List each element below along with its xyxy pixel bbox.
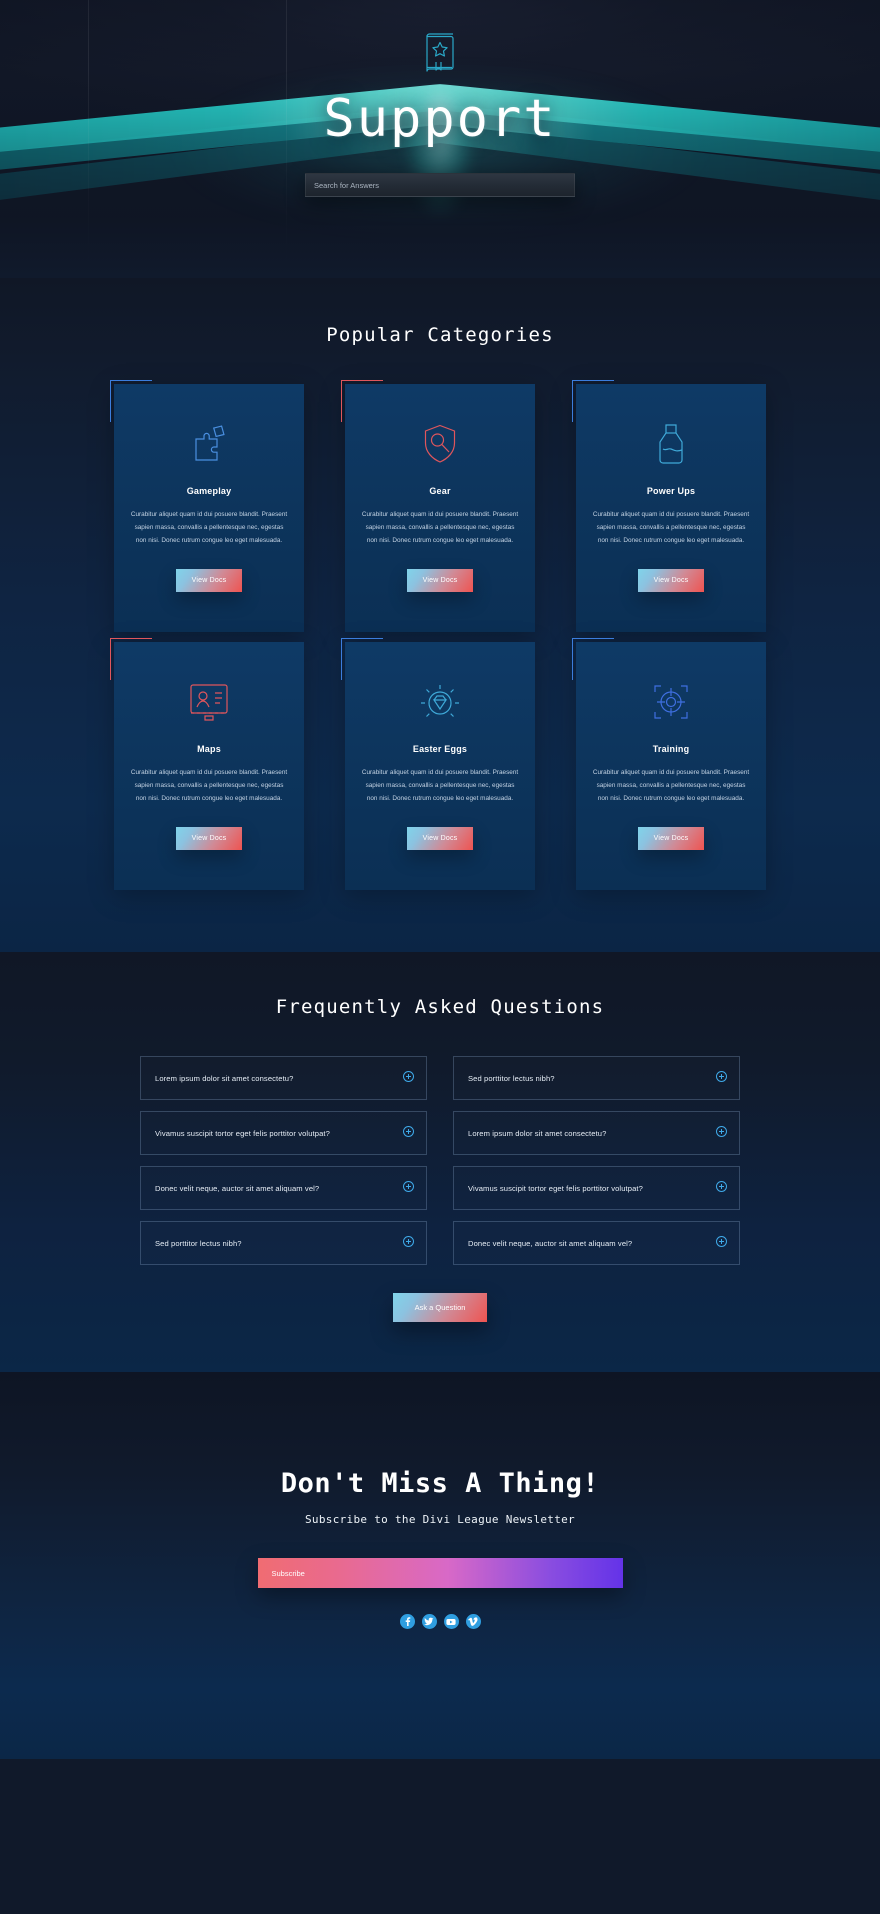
plus-circle-icon[interactable] xyxy=(403,1069,414,1087)
faq-question: Sed porttitor lectus nibh? xyxy=(155,1238,242,1248)
subscribe-label: Subscribe xyxy=(271,1568,305,1578)
category-card-maps[interactable]: Maps Curabitur aliquet quam id dui posue… xyxy=(110,638,304,890)
faq-question: Sed porttitor lectus nibh? xyxy=(468,1073,555,1083)
view-docs-button[interactable]: View Docs xyxy=(637,827,705,851)
view-docs-button[interactable]: View Docs xyxy=(175,827,243,851)
category-title: Gear xyxy=(429,486,451,496)
category-description: Curabitur aliquet quam id dui posuere bl… xyxy=(592,769,750,803)
corner-accent xyxy=(572,638,614,680)
plus-circle-icon[interactable] xyxy=(716,1069,727,1087)
faq-item[interactable]: Vivamus suscipit tortor eget felis portt… xyxy=(453,1166,740,1210)
faq-grid: Lorem ipsum dolor sit amet consectetu? S… xyxy=(140,1056,740,1265)
faq-section: Frequently Asked Questions Lorem ipsum d… xyxy=(0,952,880,1372)
ask-question-button[interactable]: Ask a Question xyxy=(392,1293,488,1322)
category-description: Curabitur aliquet quam id dui posuere bl… xyxy=(130,769,288,803)
category-description: Curabitur aliquet quam id dui posuere bl… xyxy=(361,511,519,545)
faq-question: Vivamus suscipit tortor eget felis portt… xyxy=(468,1183,643,1193)
map-screen-icon xyxy=(130,676,288,728)
subscribe-button[interactable]: Subscribe xyxy=(257,1558,623,1588)
twitter-icon[interactable] xyxy=(421,1614,437,1629)
faq-item[interactable]: Sed porttitor lectus nibh? xyxy=(140,1221,427,1265)
faq-question: Donec velit neque, auctor sit amet aliqu… xyxy=(468,1238,633,1248)
diamond-icon xyxy=(361,676,519,728)
potion-icon xyxy=(592,418,750,470)
categories-heading: Popular Categories xyxy=(326,324,554,346)
faq-question: Donec velit neque, auctor sit amet aliqu… xyxy=(155,1183,320,1193)
newsletter-heading: Don't Miss A Thing! xyxy=(280,1468,600,1499)
category-card-power-ups[interactable]: Power Ups Curabitur aliquet quam id dui … xyxy=(572,380,766,632)
category-title: Training xyxy=(652,744,690,754)
corner-accent xyxy=(341,380,383,422)
category-title: Easter Eggs xyxy=(412,744,468,754)
youtube-icon[interactable] xyxy=(443,1614,459,1629)
plus-circle-icon[interactable] xyxy=(716,1179,727,1197)
faq-question: Lorem ipsum dolor sit amet consectetu? xyxy=(155,1073,294,1083)
footer-strip xyxy=(0,1687,880,1759)
faq-item[interactable]: Donec velit neque, auctor sit amet aliqu… xyxy=(140,1166,427,1210)
corner-accent xyxy=(341,638,383,680)
newsletter-subheading: Subscribe to the Divi League Newsletter xyxy=(305,1513,575,1526)
category-card-easter-eggs[interactable]: Easter Eggs Curabitur aliquet quam id du… xyxy=(341,638,535,890)
faq-item[interactable]: Sed porttitor lectus nibh? xyxy=(453,1056,740,1100)
view-docs-button[interactable]: View Docs xyxy=(175,569,243,593)
category-title: Gameplay xyxy=(186,486,232,496)
faq-item[interactable]: Donec velit neque, auctor sit amet aliqu… xyxy=(453,1221,740,1265)
faq-item[interactable]: Lorem ipsum dolor sit amet consectetu? xyxy=(453,1111,740,1155)
plus-circle-icon[interactable] xyxy=(403,1124,414,1142)
hero-section: Support xyxy=(0,0,880,278)
category-description: Curabitur aliquet quam id dui posuere bl… xyxy=(361,769,519,803)
vimeo-icon[interactable] xyxy=(465,1614,481,1629)
category-card-training[interactable]: Training Curabitur aliquet quam id dui p… xyxy=(572,638,766,890)
category-description: Curabitur aliquet quam id dui posuere bl… xyxy=(592,511,750,545)
facebook-icon[interactable] xyxy=(399,1614,415,1629)
social-links xyxy=(0,1614,880,1629)
popular-categories-section: Popular Categories Gameplay Curabitur al… xyxy=(0,278,880,952)
puzzle-icon xyxy=(130,418,288,470)
ask-question-wrapper: Ask a Question xyxy=(0,1293,880,1322)
target-icon xyxy=(592,676,750,728)
category-card-gear[interactable]: Gear Curabitur aliquet quam id dui posue… xyxy=(341,380,535,632)
corner-accent xyxy=(572,380,614,422)
faq-item[interactable]: Vivamus suscipit tortor eget felis portt… xyxy=(140,1111,427,1155)
plus-circle-icon[interactable] xyxy=(716,1234,727,1252)
view-docs-button[interactable]: View Docs xyxy=(406,827,474,851)
support-page: Support Popular Categories Gameplay Cura… xyxy=(0,0,880,1759)
page-title: Support xyxy=(323,89,557,149)
newsletter-section: Don't Miss A Thing! Subscribe to the Div… xyxy=(0,1372,880,1687)
search-wrapper xyxy=(305,173,575,197)
book-star-icon xyxy=(0,32,880,79)
faq-item[interactable]: Lorem ipsum dolor sit amet consectetu? xyxy=(140,1056,427,1100)
corner-accent xyxy=(110,380,152,422)
faq-heading: Frequently Asked Questions xyxy=(275,996,605,1018)
category-title: Maps xyxy=(197,744,221,754)
view-docs-button[interactable]: View Docs xyxy=(637,569,705,593)
corner-accent xyxy=(110,638,152,680)
view-docs-button[interactable]: View Docs xyxy=(406,569,474,593)
plus-circle-icon[interactable] xyxy=(403,1234,414,1252)
faq-question: Vivamus suscipit tortor eget felis portt… xyxy=(155,1128,330,1138)
search-input[interactable] xyxy=(305,173,575,197)
plus-circle-icon[interactable] xyxy=(403,1179,414,1197)
faq-question: Lorem ipsum dolor sit amet consectetu? xyxy=(468,1128,607,1138)
plus-circle-icon[interactable] xyxy=(716,1124,727,1142)
category-card-gameplay[interactable]: Gameplay Curabitur aliquet quam id dui p… xyxy=(110,380,304,632)
shield-gear-icon xyxy=(361,418,519,470)
category-description: Curabitur aliquet quam id dui posuere bl… xyxy=(130,511,288,545)
category-title: Power Ups xyxy=(646,486,696,496)
categories-grid: Gameplay Curabitur aliquet quam id dui p… xyxy=(100,380,780,890)
